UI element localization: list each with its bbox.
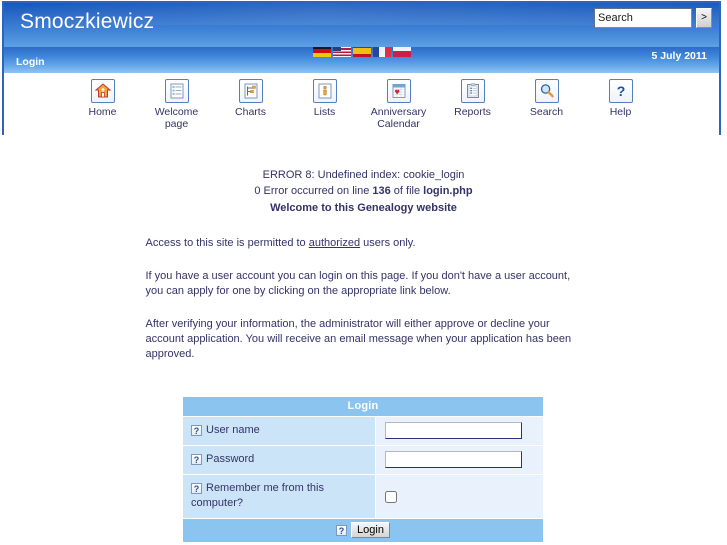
login-submit-button[interactable]: Login bbox=[351, 522, 390, 538]
current-date: 5 July 2011 bbox=[651, 50, 707, 62]
remember-me-label-cell: ? Remember me from this computer? bbox=[183, 475, 375, 518]
site-title: Smoczkiewicz bbox=[20, 10, 155, 33]
password-input[interactable] bbox=[385, 451, 522, 468]
help-question-icon[interactable]: ? bbox=[191, 425, 202, 436]
error-mid: of file bbox=[390, 185, 424, 197]
toolbar-item-label: Reports bbox=[454, 106, 491, 118]
password-label: Password bbox=[206, 453, 255, 465]
french-flag-icon[interactable] bbox=[372, 47, 391, 57]
username-value-cell bbox=[376, 417, 543, 445]
username-label-cell: ? User name bbox=[183, 417, 375, 445]
toolbar-item-label: Anniversary Calendar bbox=[370, 106, 427, 130]
login-submit-cell: ? Login bbox=[183, 519, 543, 542]
approval-info-paragraph: After verifying your information, the ad… bbox=[145, 318, 572, 360]
us-flag-icon[interactable] bbox=[332, 47, 351, 57]
remember-me-row: ? Remember me from this computer? bbox=[183, 475, 543, 518]
toolbar-item-label: Welcome page bbox=[154, 106, 199, 130]
search-submit-button[interactable]: > bbox=[696, 8, 712, 28]
username-row: ? User name bbox=[183, 417, 543, 445]
help-question-icon[interactable]: ? bbox=[336, 525, 348, 536]
help-question-icon[interactable]: ? bbox=[191, 454, 202, 465]
access-text-after: users only. bbox=[360, 237, 416, 249]
status-bar: Login 5 July 2011 bbox=[4, 47, 719, 73]
login-form-title: Login bbox=[183, 397, 543, 416]
username-input[interactable] bbox=[385, 422, 522, 439]
access-paragraph: Access to this site is permitted to auth… bbox=[142, 236, 586, 251]
german-flag-icon[interactable] bbox=[312, 47, 331, 57]
password-value-cell bbox=[376, 446, 543, 474]
main-toolbar: Home Welcome page Charts Lists Anniversa… bbox=[4, 73, 719, 141]
error-prefix: 0 Error occurred on line bbox=[254, 185, 373, 197]
search-icon bbox=[534, 79, 559, 103]
username-label: User name bbox=[206, 424, 260, 436]
toolbar-item-reports[interactable]: Reports bbox=[442, 79, 504, 118]
reports-icon bbox=[460, 79, 485, 103]
authorized-link[interactable]: authorized bbox=[309, 237, 360, 249]
toolbar-item-search[interactable]: Search bbox=[516, 79, 578, 118]
header-search: > bbox=[594, 8, 712, 28]
help-icon: ? bbox=[608, 79, 633, 103]
toolbar-item-anniversary-calendar[interactable]: Anniversary Calendar bbox=[368, 79, 430, 130]
remember-me-label: Remember me from this computer? bbox=[191, 482, 324, 509]
title-bar: Smoczkiewicz > bbox=[4, 3, 719, 47]
toolbar-item-label: Charts bbox=[235, 106, 266, 118]
page-content: ERROR 8: Undefined index: cookie_login 0… bbox=[0, 138, 727, 543]
welcome-page-icon bbox=[164, 79, 189, 103]
php-error-line-1: ERROR 8: Undefined index: cookie_login bbox=[262, 169, 465, 181]
toolbar-item-help[interactable]: ? Help bbox=[590, 79, 652, 118]
password-row: ? Password bbox=[183, 446, 543, 474]
toolbar-item-home[interactable]: Home bbox=[72, 79, 134, 118]
toolbar-item-welcome-page[interactable]: Welcome page bbox=[146, 79, 208, 130]
php-error-line-2: 0 Error occurred on line 136 of file log… bbox=[0, 184, 727, 198]
access-text-before: Access to this site is permitted to bbox=[145, 237, 309, 249]
toolbar-item-label: Search bbox=[529, 106, 564, 118]
language-flags bbox=[4, 47, 719, 59]
toolbar-item-lists[interactable]: Lists bbox=[294, 79, 356, 118]
password-label-cell: ? Password bbox=[183, 446, 375, 474]
help-question-icon[interactable]: ? bbox=[191, 483, 202, 494]
error-line-number: 136 bbox=[372, 185, 391, 197]
account-info-paragraph: If you have a user account you can login… bbox=[145, 270, 571, 297]
toolbar-item-label: Help bbox=[609, 106, 632, 118]
page-title: Welcome to this Genealogy website bbox=[270, 202, 457, 214]
toolbar-item-label: Home bbox=[88, 106, 117, 118]
lists-icon bbox=[312, 79, 337, 103]
remember-me-checkbox[interactable] bbox=[385, 490, 397, 503]
login-form: Login ? User name ? Password ? Remember me … bbox=[182, 396, 544, 543]
polish-flag-icon[interactable] bbox=[392, 47, 411, 57]
error-file-name: login.php bbox=[423, 185, 473, 197]
login-submit-row: ? Login bbox=[183, 519, 543, 542]
spanish-flag-icon[interactable] bbox=[352, 47, 371, 57]
charts-icon bbox=[238, 79, 263, 103]
toolbar-item-charts[interactable]: Charts bbox=[220, 79, 282, 118]
login-form-header-row: Login bbox=[183, 397, 543, 416]
anniversary-calendar-icon bbox=[386, 79, 411, 103]
svg-text:?: ? bbox=[616, 83, 625, 99]
site-header: Smoczkiewicz > Login 5 July 2011 bbox=[2, 1, 721, 141]
search-input[interactable] bbox=[594, 8, 692, 28]
toolbar-item-label: Lists bbox=[313, 106, 336, 118]
home-icon bbox=[90, 79, 115, 103]
remember-me-value-cell bbox=[376, 475, 543, 518]
